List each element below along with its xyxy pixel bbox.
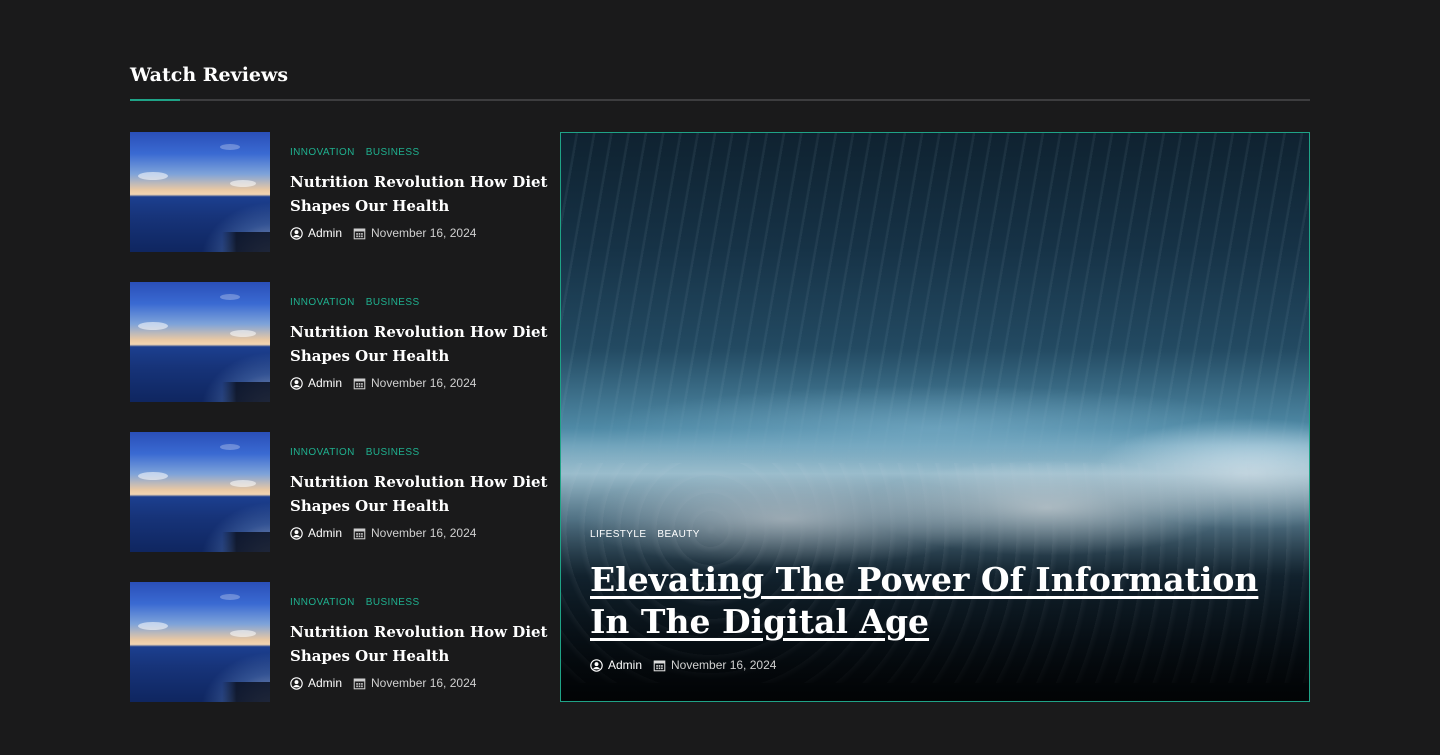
section-divider-accent — [130, 99, 180, 101]
post-title[interactable]: Nutrition Revolution How Diet Shapes Our… — [290, 320, 550, 368]
watch-reviews-section: Watch Reviews INNOVATION BUSINESS Nutrit… — [130, 60, 1310, 702]
boat-rail — [222, 382, 270, 402]
category-link[interactable]: INNOVATION — [290, 147, 355, 158]
boat-rail — [222, 532, 270, 552]
cloud-shape — [230, 180, 256, 187]
list-item: INNOVATION BUSINESS Nutrition Revolution… — [130, 582, 550, 702]
cloud-shape — [230, 630, 256, 637]
user-circle-icon — [290, 226, 303, 240]
featured-post-title[interactable]: Elevating The Power Of Information In Th… — [590, 559, 1280, 643]
user-circle-icon — [590, 658, 603, 672]
post-body: INNOVATION BUSINESS Nutrition Revolution… — [270, 582, 550, 702]
post-meta: Admin November 16, 2024 — [290, 675, 550, 691]
category-link[interactable]: INNOVATION — [290, 447, 355, 458]
cloud-shape — [230, 330, 256, 337]
category-link[interactable]: LIFESTYLE — [590, 529, 646, 540]
user-circle-icon — [290, 526, 303, 540]
post-author[interactable]: Admin — [308, 376, 342, 390]
post-categories: INNOVATION BUSINESS — [290, 145, 550, 159]
featured-categories: LIFESTYLE BEAUTY — [590, 527, 1280, 541]
post-list: INNOVATION BUSINESS Nutrition Revolution… — [130, 132, 550, 732]
category-link[interactable]: INNOVATION — [290, 297, 355, 308]
calendar-icon — [353, 227, 366, 240]
post-title[interactable]: Nutrition Revolution How Diet Shapes Our… — [290, 470, 550, 518]
boat-rail — [222, 232, 270, 252]
cloud-shape — [220, 444, 240, 450]
cloud-shape — [138, 322, 168, 330]
cloud-shape — [220, 144, 240, 150]
post-meta: Admin November 16, 2024 — [290, 375, 550, 391]
post-author[interactable]: Admin — [308, 226, 342, 240]
calendar-icon — [653, 659, 666, 672]
post-author[interactable]: Admin — [308, 676, 342, 690]
section-title: Watch Reviews — [130, 64, 289, 86]
category-link[interactable]: BUSINESS — [366, 447, 420, 458]
list-item: INNOVATION BUSINESS Nutrition Revolution… — [130, 432, 550, 552]
category-link[interactable]: BUSINESS — [366, 597, 420, 608]
post-categories: INNOVATION BUSINESS — [290, 595, 550, 609]
user-circle-icon — [290, 376, 303, 390]
cloud-shape — [138, 622, 168, 630]
post-body: INNOVATION BUSINESS Nutrition Revolution… — [270, 132, 550, 252]
post-date: November 16, 2024 — [371, 226, 477, 240]
featured-post-content: LIFESTYLE BEAUTY Elevating The Power Of … — [590, 527, 1280, 673]
calendar-icon — [353, 527, 366, 540]
post-categories: INNOVATION BUSINESS — [290, 295, 550, 309]
featured-post-card[interactable]: LIFESTYLE BEAUTY Elevating The Power Of … — [560, 132, 1310, 702]
post-author[interactable]: Admin — [308, 526, 342, 540]
post-date: November 16, 2024 — [671, 658, 777, 672]
post-title[interactable]: Nutrition Revolution How Diet Shapes Our… — [290, 620, 550, 668]
list-item: INNOVATION BUSINESS Nutrition Revolution… — [130, 132, 550, 252]
post-meta: Admin November 16, 2024 — [290, 525, 550, 541]
post-author[interactable]: Admin — [608, 658, 642, 672]
category-link[interactable]: BUSINESS — [366, 297, 420, 308]
cloud-shape — [220, 594, 240, 600]
post-thumbnail[interactable] — [130, 582, 270, 702]
cloud-shape — [138, 472, 168, 480]
post-date: November 16, 2024 — [371, 526, 477, 540]
post-thumbnail[interactable] — [130, 432, 270, 552]
category-link[interactable]: INNOVATION — [290, 597, 355, 608]
category-link[interactable]: BUSINESS — [366, 147, 420, 158]
post-body: INNOVATION BUSINESS Nutrition Revolution… — [270, 282, 550, 402]
featured-post-meta: Admin November 16, 2024 — [590, 657, 1280, 673]
boat-rail — [222, 682, 270, 702]
calendar-icon — [353, 677, 366, 690]
cloud-shape — [230, 480, 256, 487]
section-divider — [130, 99, 1310, 101]
cloud-shape — [220, 294, 240, 300]
post-thumbnail[interactable] — [130, 132, 270, 252]
category-link[interactable]: BEAUTY — [657, 529, 699, 540]
post-body: INNOVATION BUSINESS Nutrition Revolution… — [270, 432, 550, 552]
post-title[interactable]: Nutrition Revolution How Diet Shapes Our… — [290, 170, 550, 218]
calendar-icon — [353, 377, 366, 390]
post-date: November 16, 2024 — [371, 676, 477, 690]
post-meta: Admin November 16, 2024 — [290, 225, 550, 241]
post-date: November 16, 2024 — [371, 376, 477, 390]
post-thumbnail[interactable] — [130, 282, 270, 402]
post-categories: INNOVATION BUSINESS — [290, 445, 550, 459]
list-item: INNOVATION BUSINESS Nutrition Revolution… — [130, 282, 550, 402]
cloud-shape — [138, 172, 168, 180]
user-circle-icon — [290, 676, 303, 690]
